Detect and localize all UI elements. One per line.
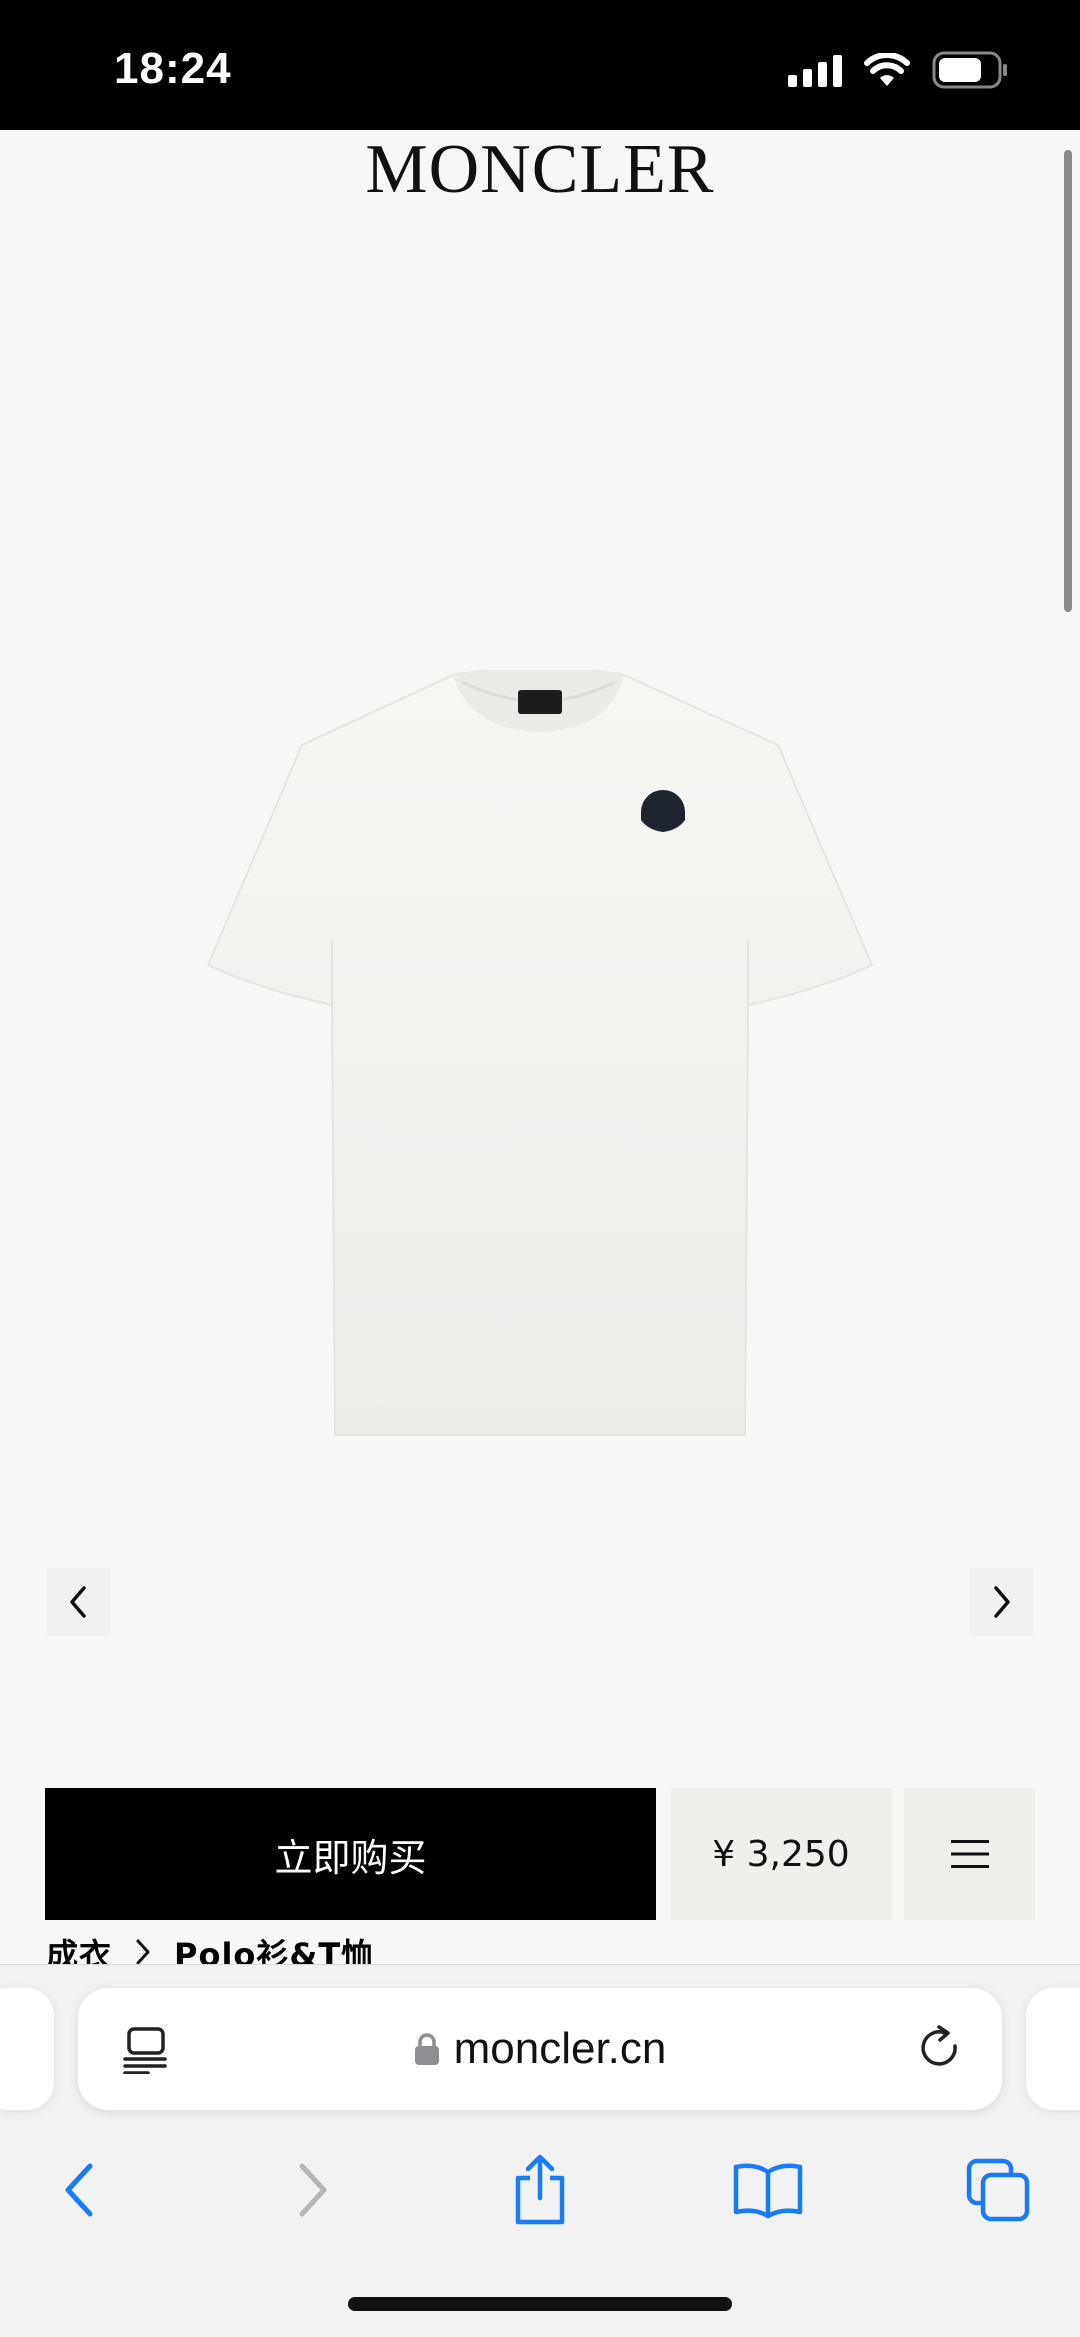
hamburger-menu-icon <box>950 1840 989 1868</box>
previous-tab-preview[interactable] <box>0 1988 54 2110</box>
wifi-icon <box>864 53 910 87</box>
carousel-next-button[interactable] <box>970 1568 1034 1636</box>
url-display[interactable]: moncler.cn <box>78 1988 1002 2110</box>
share-icon <box>515 2154 565 2225</box>
status-time: 18:24 <box>114 44 232 93</box>
reload-icon[interactable] <box>918 2024 964 2079</box>
back-icon <box>65 2163 93 2217</box>
price-label: ¥ 3,250 <box>670 1788 892 1920</box>
home-indicator[interactable] <box>348 2297 732 2311</box>
tabs-icon <box>966 2158 1030 2222</box>
brand-logo[interactable]: MONCLER <box>0 134 1080 206</box>
url-text: moncler.cn <box>453 2024 667 2073</box>
buy-now-button[interactable]: 立即购买 <box>45 1788 656 1920</box>
product-image[interactable] <box>200 666 880 1440</box>
menu-button[interactable] <box>904 1788 1035 1920</box>
back-button[interactable] <box>40 2150 120 2230</box>
bookmarks-icon <box>733 2163 803 2219</box>
address-bar[interactable]: moncler.cn <box>78 1988 1002 2110</box>
next-tab-preview[interactable] <box>1026 1988 1080 2110</box>
page-scrollbar[interactable] <box>1064 150 1072 612</box>
cellular-signal-icon <box>788 53 842 87</box>
status-bar: 18:24 <box>0 0 1080 130</box>
chevron-right-icon <box>994 1586 1010 1618</box>
carousel-prev-button[interactable] <box>46 1568 110 1636</box>
tabs-button[interactable] <box>958 2150 1038 2230</box>
forward-button[interactable] <box>272 2150 352 2230</box>
status-icons <box>788 50 1010 90</box>
bookmarks-button[interactable] <box>728 2150 808 2230</box>
chevron-left-icon <box>70 1586 86 1618</box>
battery-icon <box>932 51 1010 89</box>
share-button[interactable] <box>500 2150 580 2230</box>
forward-icon <box>299 2163 327 2217</box>
lock-icon <box>414 2032 440 2066</box>
